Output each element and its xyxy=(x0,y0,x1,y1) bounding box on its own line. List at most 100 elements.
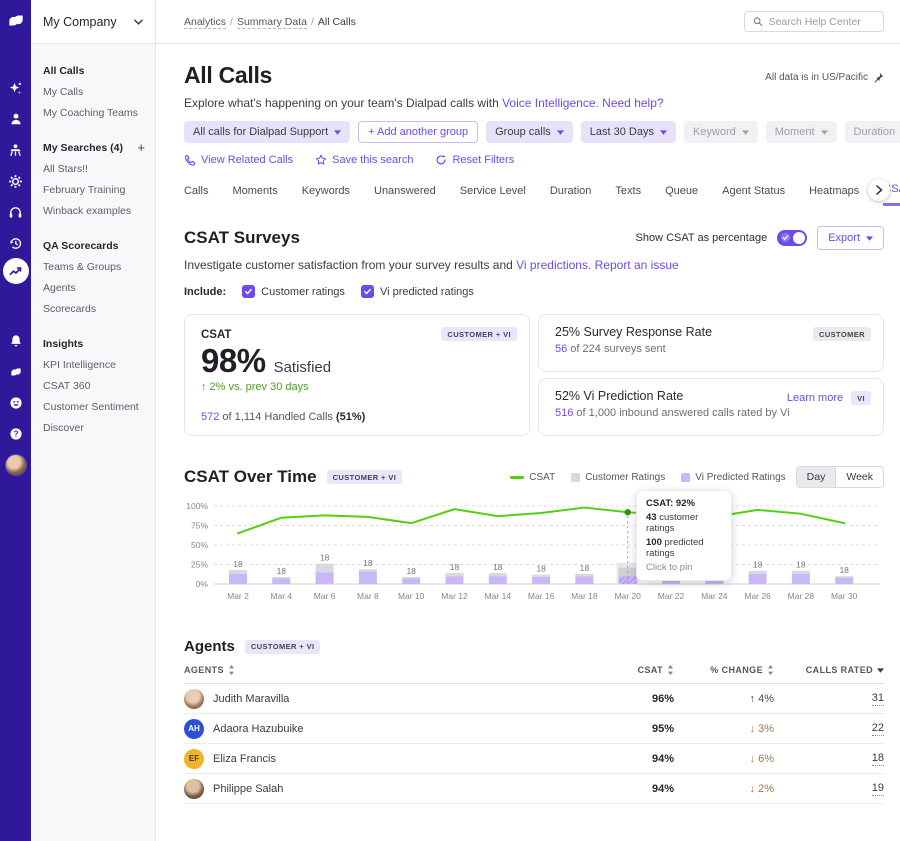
filter-group[interactable]: All calls for Dialpad Support xyxy=(184,121,350,143)
voice-intelligence-link[interactable]: Voice Intelligence. xyxy=(502,96,599,110)
chevron-right-icon xyxy=(876,185,883,195)
agent-name: Adaora Hazubuike xyxy=(213,723,304,735)
report-issue-link[interactable]: Report an issue xyxy=(595,258,679,272)
tab-texts[interactable]: Texts xyxy=(615,185,641,205)
search-input[interactable] xyxy=(769,16,875,28)
feedback-smiley-icon[interactable] xyxy=(5,392,27,414)
chart-canvas[interactable]: 0%25%50%75%100%18Mar 218Mar 418Mar 618Ma… xyxy=(184,496,884,608)
svg-text:18: 18 xyxy=(363,558,373,568)
filter-keyword[interactable]: Keyword xyxy=(684,121,758,143)
calls-rated-link[interactable]: 18 xyxy=(872,752,884,766)
tab-agent-status[interactable]: Agent Status xyxy=(722,185,785,205)
svg-text:Mar 6: Mar 6 xyxy=(314,591,336,601)
agent-row-judith[interactable]: Judith Maravilla 96% ↑ 4% 31 xyxy=(184,684,884,714)
tab-keywords[interactable]: Keywords xyxy=(302,185,350,205)
svg-text:18: 18 xyxy=(580,563,590,573)
csat-over-time-chart[interactable]: 0%25%50%75%100%18Mar 218Mar 418Mar 618Ma… xyxy=(184,496,884,614)
column-agents[interactable]: AGENTS xyxy=(184,665,584,675)
export-button[interactable]: Export xyxy=(817,226,884,250)
handled-calls-count-link[interactable]: 572 xyxy=(201,411,219,423)
save-search-link[interactable]: Save this search xyxy=(315,154,413,166)
sidebar-item-scorecards[interactable]: Scorecards xyxy=(43,298,145,319)
reset-filters-link[interactable]: Reset Filters xyxy=(435,154,514,166)
view-related-calls-link[interactable]: View Related Calls xyxy=(184,154,293,166)
agent-row-philippe[interactable]: Philippe Salah 94% ↓ 2% 19 xyxy=(184,774,884,804)
vi-predicted-ratings-checkbox[interactable]: Vi predicted ratings xyxy=(361,285,474,298)
calls-rated-link[interactable]: 31 xyxy=(872,692,884,706)
breadcrumb-summary-data[interactable]: Summary Data xyxy=(237,16,307,29)
pin-icon[interactable] xyxy=(873,72,884,83)
learn-more-link[interactable]: Learn more xyxy=(787,392,843,404)
breadcrumb-analytics[interactable]: Analytics xyxy=(184,16,226,29)
sidebar-item-winback-examples[interactable]: Winback examples xyxy=(43,200,145,221)
help-icon[interactable]: ? xyxy=(5,423,27,445)
week-segment[interactable]: Week xyxy=(835,467,883,487)
agent-row-adaora[interactable]: AHAdaora Hazubuike 95% ↓ 3% 22 xyxy=(184,714,884,744)
agent-change: ↓ 2% xyxy=(674,783,774,795)
tab-service-level[interactable]: Service Level xyxy=(460,185,526,205)
filter-call-type[interactable]: Group calls xyxy=(486,121,573,143)
sidebar-item-all-stars[interactable]: All Stars!! xyxy=(43,158,145,179)
settings-gear-icon[interactable] xyxy=(5,170,27,192)
date-range-label: Last 30 Days xyxy=(590,126,654,138)
tab-duration[interactable]: Duration xyxy=(550,185,592,205)
sidebar-item-customer-sentiment[interactable]: Customer Sentiment xyxy=(43,396,145,417)
help-search[interactable] xyxy=(744,11,884,32)
tabs-scroll-right-button[interactable] xyxy=(868,179,890,201)
tab-unanswered[interactable]: Unanswered xyxy=(374,185,436,205)
agent-row-eliza[interactable]: EFEliza Francis 94% ↓ 6% 18 xyxy=(184,744,884,774)
vi-predictions-link[interactable]: Vi predictions. xyxy=(516,258,591,272)
notifications-bell-icon[interactable] xyxy=(5,330,27,352)
tab-queue[interactable]: Queue xyxy=(665,185,698,205)
sidebar-item-all-calls[interactable]: All Calls xyxy=(43,60,145,81)
user-avatar[interactable] xyxy=(5,454,27,476)
sidebar-item-my-calls[interactable]: My Calls xyxy=(43,81,145,102)
history-icon[interactable] xyxy=(5,232,27,254)
filter-date-range[interactable]: Last 30 Days xyxy=(581,121,676,143)
add-search-button[interactable]: + xyxy=(137,141,145,154)
surveys-count-link[interactable]: 56 xyxy=(555,343,567,355)
sidebar-item-teams-groups[interactable]: Teams & Groups xyxy=(43,256,145,277)
customer-ratings-checkbox[interactable]: Customer ratings xyxy=(242,285,345,298)
legend-vi-label: Vi Predicted Ratings xyxy=(695,472,785,483)
sidebar-item-csat-360[interactable]: CSAT 360 xyxy=(43,375,145,396)
tab-heatmaps[interactable]: Heatmaps xyxy=(809,185,859,205)
tab-moments[interactable]: Moments xyxy=(232,185,277,205)
column-percent-change[interactable]: % CHANGE xyxy=(674,665,774,675)
legend-csat[interactable]: CSAT xyxy=(510,472,555,483)
coaching-icon[interactable] xyxy=(5,139,27,161)
sidebar-item-discover[interactable]: Discover xyxy=(43,417,145,438)
rated-calls-count-link[interactable]: 516 xyxy=(555,407,573,419)
calls-rated-link[interactable]: 22 xyxy=(872,722,884,736)
calls-rated-link[interactable]: 19 xyxy=(872,782,884,796)
add-group-button[interactable]: + Add another group xyxy=(358,121,478,143)
column-csat[interactable]: CSAT xyxy=(584,665,674,675)
column-calls-rated[interactable]: CALLS RATED xyxy=(774,665,884,675)
legend-customer-ratings[interactable]: Customer Ratings xyxy=(571,472,665,483)
sidebar-item-february-training[interactable]: February Training xyxy=(43,179,145,200)
csat-percentage-toggle[interactable] xyxy=(777,230,807,246)
filter-duration[interactable]: Duration xyxy=(845,121,900,143)
need-help-link[interactable]: Need help? xyxy=(602,96,663,110)
support-headset-icon[interactable] xyxy=(5,201,27,223)
dialpad-logo-icon[interactable] xyxy=(5,9,27,31)
filter-moment[interactable]: Moment xyxy=(766,121,837,143)
company-selector[interactable]: My Company xyxy=(31,0,155,44)
legend-vi-predicted[interactable]: Vi Predicted Ratings xyxy=(681,472,785,483)
dialpad-mini-icon[interactable] xyxy=(5,361,27,383)
contacts-icon[interactable] xyxy=(5,108,27,130)
day-segment[interactable]: Day xyxy=(797,467,836,487)
svg-text:?: ? xyxy=(13,430,18,439)
analytics-active-icon[interactable] xyxy=(3,258,29,284)
sidebar-item-agents[interactable]: Agents xyxy=(43,277,145,298)
tooltip-predicted-ratings: 100 predicted ratings xyxy=(646,537,722,559)
svg-text:50%: 50% xyxy=(191,540,208,550)
svg-text:18: 18 xyxy=(450,562,460,572)
page-subtitle: Explore what's happening on your team's … xyxy=(184,96,884,110)
sidebar-item-kpi-intelligence[interactable]: KPI Intelligence xyxy=(43,354,145,375)
svg-text:Mar 26: Mar 26 xyxy=(744,591,771,601)
ai-sparkles-icon[interactable] xyxy=(5,77,27,99)
sidebar-item-my-coaching-teams[interactable]: My Coaching Teams xyxy=(43,102,145,123)
tab-calls[interactable]: Calls xyxy=(184,185,208,205)
customer-ratings-label: Customer ratings xyxy=(261,286,345,298)
